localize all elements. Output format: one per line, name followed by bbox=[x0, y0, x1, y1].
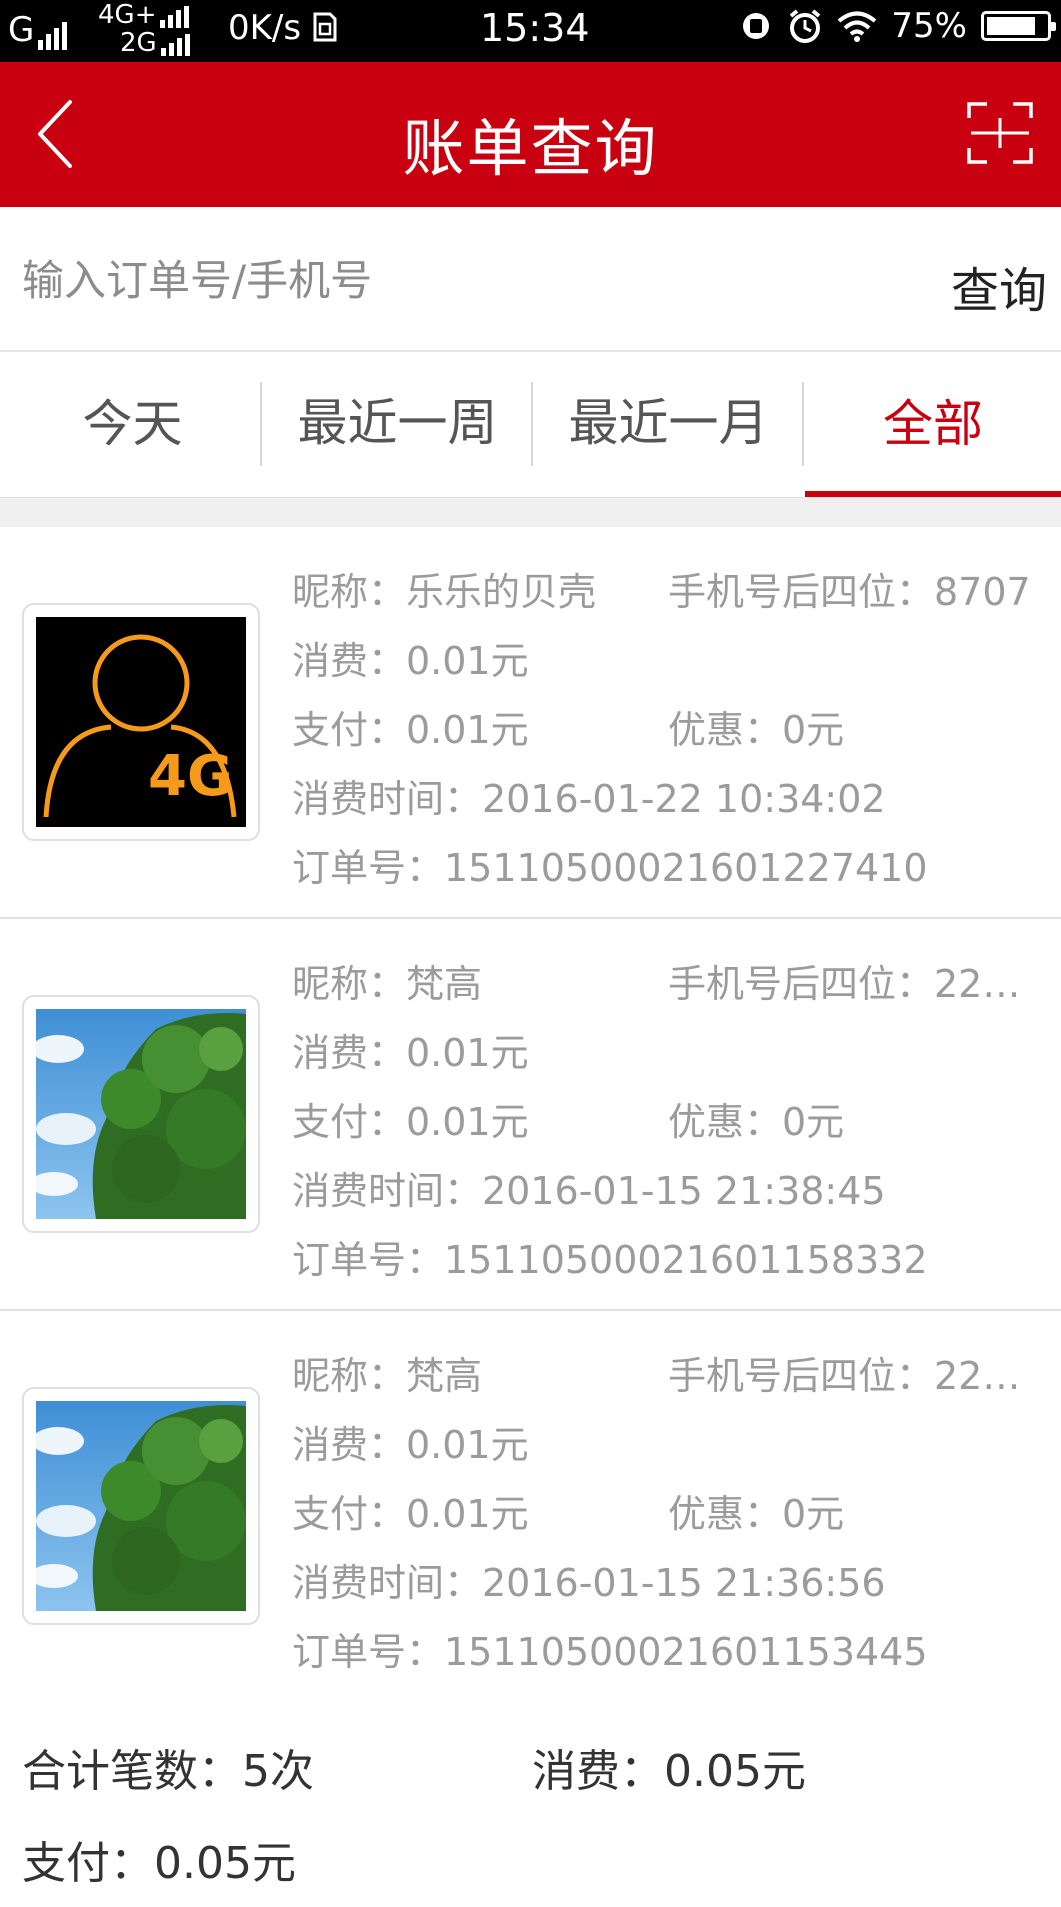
clock: 15:34 bbox=[480, 6, 590, 50]
nickname: 昵称：梵高 bbox=[292, 962, 483, 1006]
total-pay: 支付：0.05元 bbox=[22, 1838, 296, 1889]
speed-label: 0K/s bbox=[228, 8, 302, 48]
svg-text:4G: 4G bbox=[148, 744, 233, 809]
consume-time: 消费时间：2016-01-22 10:34:02 bbox=[292, 777, 886, 821]
status-bar: G 4G+ 2G 0K/s 15:34 75% bbox=[0, 0, 1061, 62]
bill-summary: 合计笔数：5次 消费：0.05元 支付：0.05元 bbox=[0, 1705, 1061, 1907]
search-bar: 查询 bbox=[0, 207, 1061, 352]
tab-label: 全部 bbox=[883, 395, 983, 453]
search-button[interactable]: 查询 bbox=[951, 251, 1047, 321]
signal-bars-icon bbox=[160, 2, 192, 28]
page-title: 账单查询 bbox=[402, 112, 659, 185]
network-indicator: 4G+ 2G bbox=[98, 2, 193, 58]
phone-tail: 手机号后四位：22… bbox=[668, 1354, 1021, 1398]
consume-amount: 消费：0.01元 bbox=[292, 1423, 529, 1467]
tab-divider bbox=[802, 382, 804, 466]
tab-label: 最近一月 bbox=[568, 394, 769, 452]
4g-user-avatar-icon: 4G bbox=[36, 617, 246, 827]
phone-tail: 手机号后四位：22… bbox=[668, 962, 1021, 1006]
pay-amount: 支付：0.01元 bbox=[292, 1100, 529, 1144]
bill-item[interactable]: 昵称：梵高 手机号后四位：22… 消费：0.01元 支付：0.01元 优惠：0元 消… bbox=[0, 1311, 1061, 1703]
order-number: 订单号：151105000216011583​32 bbox=[292, 1238, 928, 1282]
signal-bars-icon bbox=[160, 30, 193, 56]
consume-amount: 消费：0.01元 bbox=[292, 639, 529, 683]
discount-amount: 优惠：0元 bbox=[668, 708, 845, 752]
status-right: 75% bbox=[739, 6, 1056, 46]
battery-label: 75% bbox=[891, 6, 967, 46]
bill-item[interactable]: 4G 昵称：乐乐的贝壳 手机号后四位：8707 消费：0.01元 支付：0.01元… bbox=[0, 527, 1061, 919]
scan-icon[interactable] bbox=[967, 100, 1033, 166]
date-filter-tabs: 今天 最近一周 最近一月 全部 bbox=[0, 352, 1061, 497]
wifi-icon bbox=[838, 11, 877, 42]
total-count: 合计笔数：5次 bbox=[22, 1746, 314, 1797]
tree-avatar-icon bbox=[36, 1009, 246, 1219]
discount-amount: 优惠：0元 bbox=[668, 1492, 845, 1536]
tab-label: 今天 bbox=[82, 395, 183, 453]
vibrate-icon bbox=[743, 13, 770, 39]
tree-avatar-icon bbox=[36, 1401, 246, 1611]
nickname: 昵称：梵高 bbox=[292, 1354, 483, 1398]
discount-amount: 优惠：0元 bbox=[668, 1100, 845, 1144]
tab-divider bbox=[260, 382, 262, 466]
section-divider bbox=[0, 497, 1061, 527]
order-number: 订单号：151105000216011534​45 bbox=[292, 1630, 928, 1674]
phone-tail: 手机号后四位：8707 bbox=[668, 570, 1031, 614]
signal-label: G bbox=[8, 10, 35, 50]
bill-list: 4G 昵称：乐乐的贝壳 手机号后四位：8707 消费：0.01元 支付：0.01元… bbox=[0, 527, 1061, 1703]
tab-today[interactable]: 今天 bbox=[0, 352, 265, 497]
signal-indicator: G bbox=[8, 10, 70, 50]
pay-amount: 支付：0.01元 bbox=[292, 708, 529, 752]
tab-divider bbox=[531, 382, 533, 466]
tab-last-week[interactable]: 最近一周 bbox=[265, 352, 530, 497]
consume-amount: 消费：0.01元 bbox=[292, 1031, 529, 1075]
network-top-label: 4G+ bbox=[98, 0, 157, 30]
tab-all[interactable]: 全部 bbox=[805, 352, 1061, 497]
battery-icon bbox=[981, 11, 1056, 41]
avatar-frame bbox=[22, 995, 260, 1233]
app-header: 账单查询 bbox=[0, 62, 1061, 207]
pay-amount: 支付：0.01元 bbox=[292, 1492, 529, 1536]
sim-icon bbox=[313, 12, 337, 42]
search-input[interactable] bbox=[22, 252, 902, 308]
consume-time: 消费时间：2016-01-15 21:38:45 bbox=[292, 1169, 886, 1213]
network-bottom-label: 2G bbox=[120, 28, 157, 58]
nickname: 昵称：乐乐的贝壳 bbox=[292, 570, 597, 614]
bill-item[interactable]: 昵称：梵高 手机号后四位：22… 消费：0.01元 支付：0.01元 优惠：0元 消… bbox=[0, 919, 1061, 1311]
avatar-frame: 4G bbox=[22, 603, 260, 841]
consume-time: 消费时间：2016-01-15 21:36:56 bbox=[292, 1561, 886, 1605]
alarm-icon bbox=[790, 9, 821, 43]
signal-bars-icon bbox=[38, 10, 70, 50]
avatar-frame bbox=[22, 1387, 260, 1625]
tab-last-month[interactable]: 最近一月 bbox=[536, 352, 801, 497]
total-consume: 消费：0.05元 bbox=[532, 1746, 806, 1797]
network-speed: 0K/s bbox=[228, 8, 338, 48]
order-number: 订单号：151105000216012274​10 bbox=[292, 846, 928, 890]
tab-label: 最近一周 bbox=[297, 394, 498, 452]
